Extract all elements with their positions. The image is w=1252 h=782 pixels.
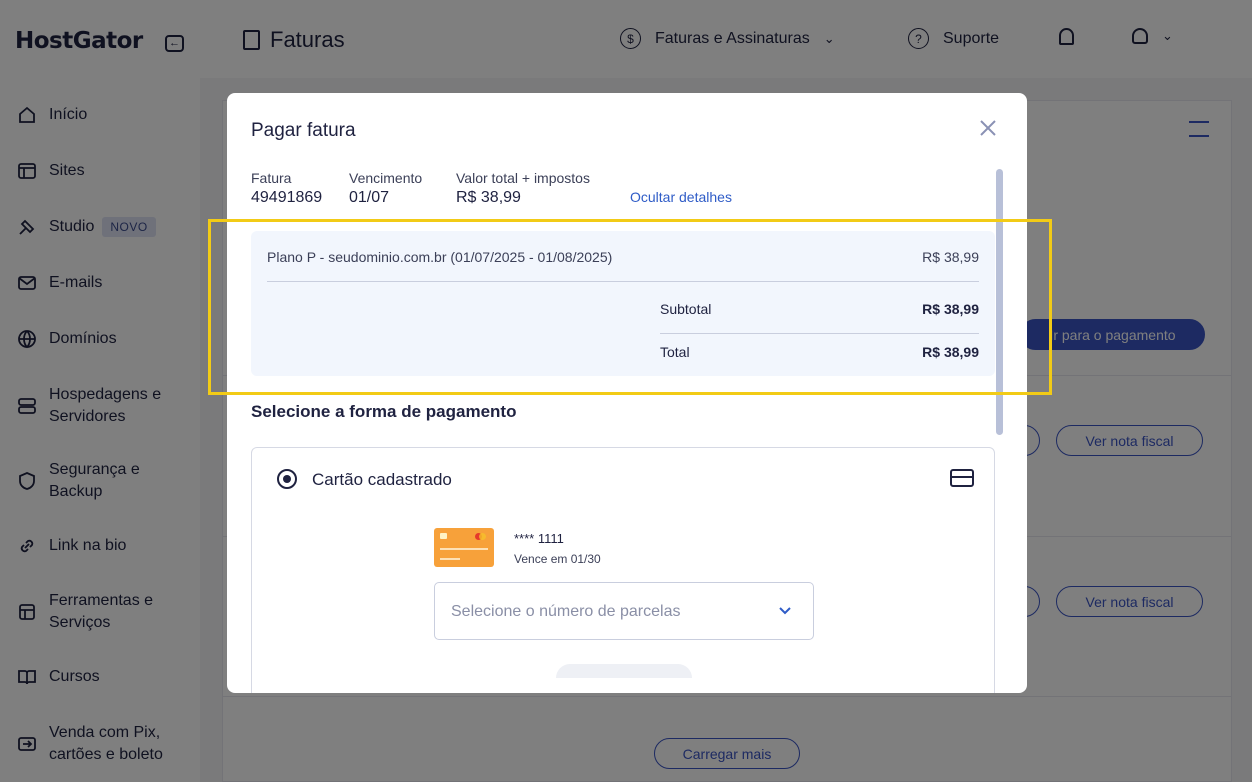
installments-placeholder: Selecione o número de parcelas <box>451 603 681 620</box>
invoice-number: Fatura 49491869 <box>251 170 323 206</box>
payment-method-heading: Selecione a forma de pagamento <box>251 402 517 421</box>
hide-details-link[interactable]: Ocultar detalhes <box>630 189 732 205</box>
close-icon[interactable] <box>979 119 1001 141</box>
chevron-down-icon <box>777 602 793 618</box>
card-expiry: Vence em 01/30 <box>514 552 601 566</box>
card-thumbnail <box>434 528 494 567</box>
saved-card-option[interactable]: Cartão cadastrado **** 1111 Vence em 01/… <box>251 447 995 693</box>
pay-button-partial[interactable] <box>556 664 692 678</box>
saved-card-label: Cartão cadastrado <box>312 470 452 489</box>
total-with-taxes: Valor total + impostos R$ 38,99 <box>456 170 590 206</box>
due-date: Vencimento 01/07 <box>349 170 423 206</box>
card-number: **** 1111 <box>514 531 564 546</box>
installments-select[interactable]: Selecione o número de parcelas <box>434 582 814 640</box>
saved-card-radio[interactable] <box>277 469 297 489</box>
modal-title: Pagar fatura <box>251 120 356 141</box>
credit-card-icon <box>950 469 974 487</box>
details-highlight-box <box>208 219 1052 395</box>
